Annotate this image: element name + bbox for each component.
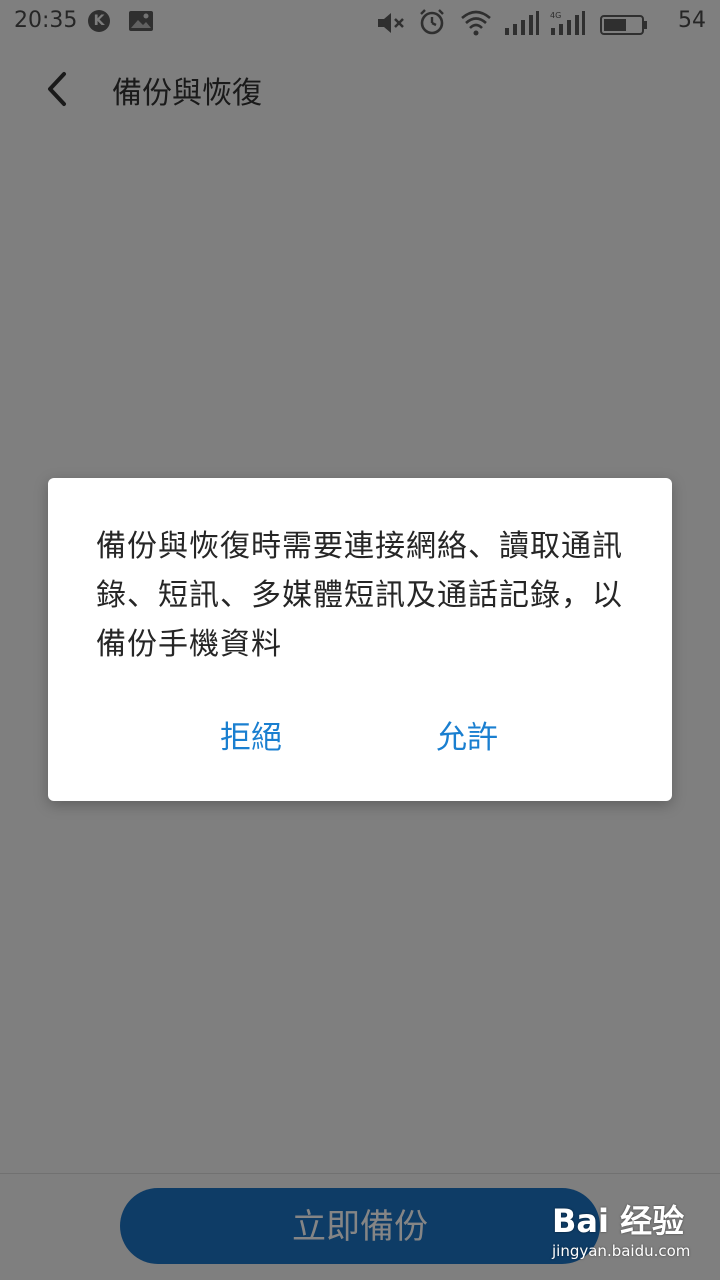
deny-button[interactable]: 拒絕 — [220, 706, 282, 762]
watermark-url: jingyan.baidu.com — [552, 1242, 691, 1260]
dialog-message: 備份與恢復時需要連接網絡、讀取通訊錄、短訊、多媒體短訊及通話記錄，以備份手機資料 — [96, 529, 623, 662]
allow-button[interactable]: 允許 — [436, 706, 498, 762]
permission-dialog: 備份與恢復時需要連接網絡、讀取通訊錄、短訊、多媒體短訊及通話記錄，以備份手機資料… — [48, 478, 672, 801]
baidu-watermark: Bai 经验 jingyan.baidu.com — [552, 1196, 712, 1272]
watermark-logo: Bai 经验 — [552, 1202, 685, 1240]
